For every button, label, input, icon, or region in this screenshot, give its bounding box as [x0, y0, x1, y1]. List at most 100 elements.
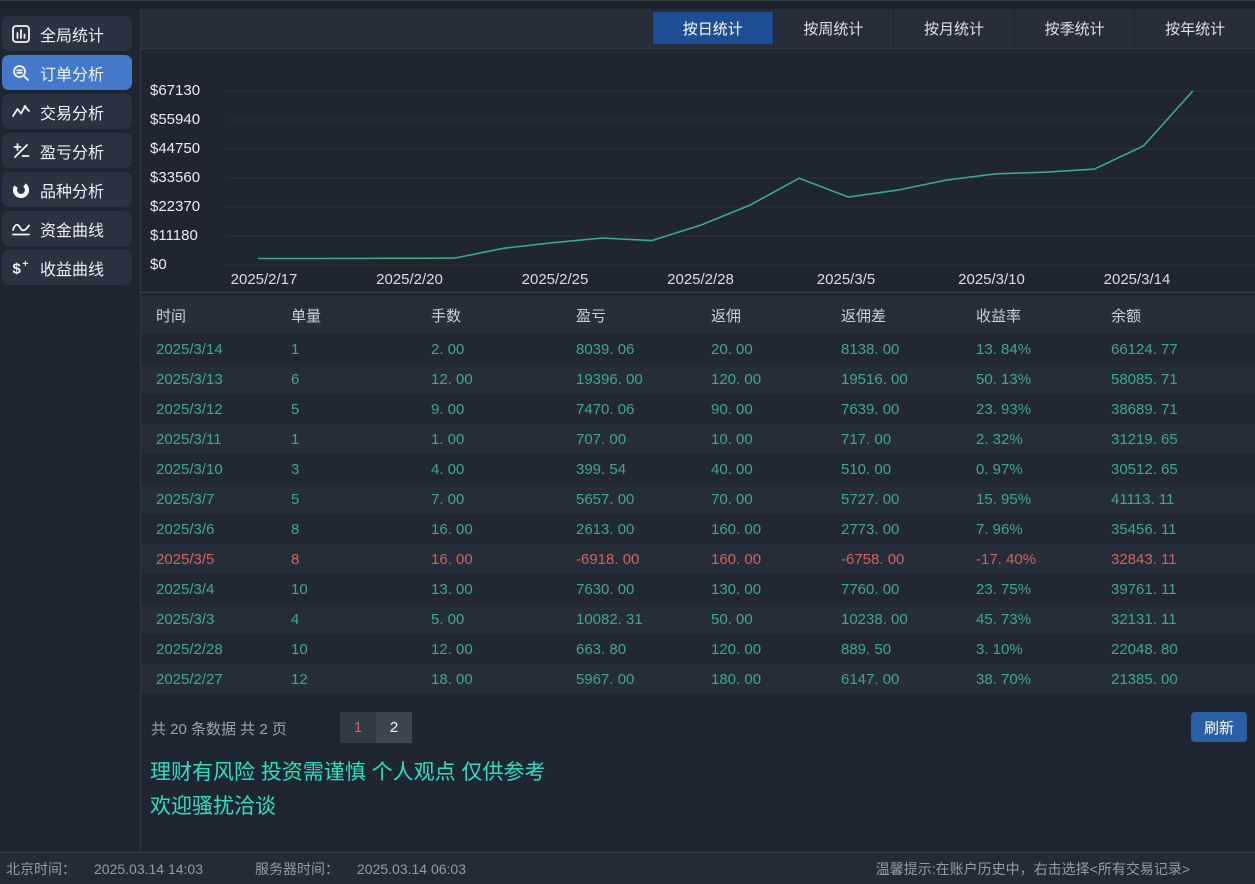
table-row: 2025/3/345. 0010082. 3150. 0010238. 0045…: [141, 604, 1255, 634]
sidebar-item-label: 盈亏分析: [40, 139, 104, 163]
table-cell: -6918. 00: [561, 551, 696, 568]
table-cell: 10238. 00: [826, 611, 961, 628]
y-axis-tick-label: $67130: [150, 82, 200, 100]
table-cell: 510. 00: [826, 461, 961, 478]
server-time-label: 服务器时间：: [255, 859, 339, 879]
table-cell: 21385. 00: [1096, 671, 1255, 688]
table-row: 2025/3/1259. 007470. 0690. 007639. 0023.…: [141, 394, 1255, 424]
table-cell: 8138. 00: [826, 341, 961, 358]
x-axis-tick-label: 2025/3/14: [1104, 270, 1171, 290]
table-cell: 1: [276, 341, 416, 358]
table-cell: 2025/3/14: [141, 341, 276, 358]
beijing-time-value: 2025.03.14 14:03: [94, 861, 203, 877]
column-header: 余额: [1096, 305, 1255, 326]
table-cell: 1: [276, 431, 416, 448]
table-row: 2025/3/5816. 00-6918. 00160. 00-6758. 00…: [141, 544, 1255, 574]
table-cell: 19516. 00: [826, 371, 961, 388]
plus-minus-icon: [11, 141, 31, 161]
tab-weekly[interactable]: 按周统计: [773, 9, 894, 48]
table-cell: 6: [276, 371, 416, 388]
table-cell: 32131. 11: [1096, 611, 1255, 628]
table-cell: 22048. 80: [1096, 641, 1255, 658]
table-cell: 5727. 00: [826, 491, 961, 508]
table-cell: 38689. 71: [1096, 401, 1255, 418]
sidebar-item-symbol-analysis[interactable]: 品种分析: [2, 172, 132, 207]
column-header: 单量: [276, 305, 416, 326]
table-cell: 10. 00: [696, 431, 826, 448]
sidebar-item-pnl-analysis[interactable]: 盈亏分析: [2, 133, 132, 168]
table-row: 2025/3/41013. 007630. 00130. 007760. 002…: [141, 574, 1255, 604]
table-cell: 889. 50: [826, 641, 961, 658]
tab-yearly[interactable]: 按年统计: [1134, 9, 1255, 48]
table-cell: 16. 00: [416, 551, 561, 568]
server-time-value: 2025.03.14 06:03: [357, 861, 466, 877]
disclaimer: 理财有风险 投资需谨慎 个人观点 仅供参考 欢迎骚扰洽谈: [150, 756, 546, 824]
wave-icon: [11, 219, 31, 239]
table-cell: 70. 00: [696, 491, 826, 508]
period-tabs: 按日统计按周统计按月统计按季统计按年统计: [652, 9, 1255, 48]
table-cell: 5. 00: [416, 611, 561, 628]
table-cell: 20. 00: [696, 341, 826, 358]
x-axis-tick-label: 2025/2/28: [667, 270, 734, 290]
table-row: 2025/3/757. 005657. 0070. 005727. 0015. …: [141, 484, 1255, 514]
sidebar-item-order-analysis[interactable]: 订单分析: [2, 55, 132, 90]
sidebar-item-fund-curve[interactable]: 资金曲线: [2, 211, 132, 246]
table-cell: 50. 13%: [961, 371, 1096, 388]
table-cell: 2. 32%: [961, 431, 1096, 448]
table-cell: 45. 73%: [961, 611, 1096, 628]
sidebar-item-trade-analysis[interactable]: 交易分析: [2, 94, 132, 129]
y-axis-tick-label: $33560: [150, 169, 200, 187]
table-cell: 12. 00: [416, 371, 561, 388]
sidebar-item-global-stats[interactable]: 全局统计: [2, 16, 132, 51]
table-cell: -17. 40%: [961, 551, 1096, 568]
tab-daily[interactable]: 按日统计: [652, 12, 773, 44]
sidebar: 全局统计订单分析交易分析盈亏分析品种分析资金曲线$+收益曲线: [0, 16, 134, 289]
header-band: 按日统计按周统计按月统计按季统计按年统计: [141, 9, 1255, 49]
tab-monthly[interactable]: 按月统计: [893, 9, 1014, 48]
x-axis-tick-label: 2025/3/5: [817, 270, 875, 290]
disclaimer-line-1: 理财有风险 投资需谨慎 个人观点 仅供参考: [150, 756, 546, 790]
column-header: 手数: [416, 305, 561, 326]
table-cell: 39761. 11: [1096, 581, 1255, 598]
svg-text:+: +: [23, 259, 29, 270]
table-cell: 5: [276, 401, 416, 418]
table-cell: 7. 00: [416, 491, 561, 508]
table-cell: 8039. 06: [561, 341, 696, 358]
table-cell: 2025/3/4: [141, 581, 276, 598]
page-button-2[interactable]: 2: [376, 712, 412, 743]
daily-stats-table: 时间单量手数盈亏返佣返佣差收益率余额 2025/3/1412. 008039. …: [141, 296, 1255, 694]
table-cell: 6147. 00: [826, 671, 961, 688]
sidebar-item-label: 收益曲线: [40, 256, 104, 280]
table-cell: 31219. 65: [1096, 431, 1255, 448]
y-axis-tick-label: $22370: [150, 198, 200, 216]
table-body: 2025/3/1412. 008039. 0620. 008138. 0013.…: [141, 334, 1255, 694]
line-chart-icon: [11, 102, 31, 122]
refresh-button[interactable]: 刷新: [1191, 712, 1247, 742]
beijing-time-label: 北京时间：: [6, 859, 76, 879]
page-button-1[interactable]: 1: [340, 712, 376, 743]
sidebar-item-label: 交易分析: [40, 100, 104, 124]
sidebar-item-label: 品种分析: [40, 178, 104, 202]
table-cell: 2. 00: [416, 341, 561, 358]
table-cell: 2025/3/6: [141, 521, 276, 538]
table-cell: 23. 93%: [961, 401, 1096, 418]
page-buttons: 12: [340, 712, 412, 743]
table-cell: 399. 54: [561, 461, 696, 478]
table-cell: 160. 00: [696, 521, 826, 538]
tab-quarterly[interactable]: 按季统计: [1014, 9, 1135, 48]
x-axis-tick-label: 2025/2/25: [522, 270, 589, 290]
column-header: 盈亏: [561, 305, 696, 326]
column-header: 收益率: [961, 305, 1096, 326]
table-cell: 7760. 00: [826, 581, 961, 598]
table-cell: 2025/3/5: [141, 551, 276, 568]
x-axis-line: [141, 292, 1255, 293]
donut-icon: [11, 180, 31, 200]
equity-line: [258, 91, 1193, 259]
table-cell: 717. 00: [826, 431, 961, 448]
sidebar-item-profit-curve[interactable]: $+收益曲线: [2, 250, 132, 285]
table-cell: 2773. 00: [826, 521, 961, 538]
table-cell: 41113. 11: [1096, 491, 1255, 508]
order-analysis-page: 全局统计订单分析交易分析盈亏分析品种分析资金曲线$+收益曲线 按日统计按周统计按…: [0, 0, 1255, 884]
table-cell: 90. 00: [696, 401, 826, 418]
table-row: 2025/3/1412. 008039. 0620. 008138. 0013.…: [141, 334, 1255, 364]
